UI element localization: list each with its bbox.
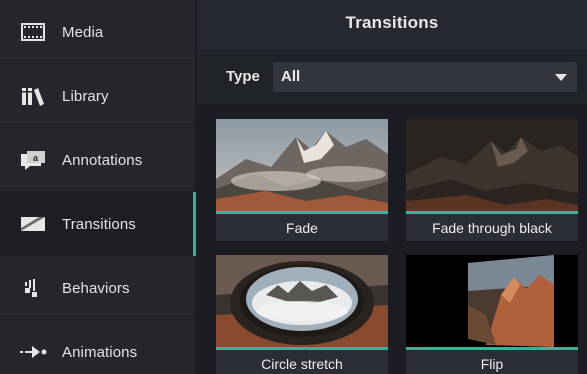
panel-header: Transitions — [197, 0, 587, 50]
sidebar: Media Library a Annotations Transitions … — [0, 0, 196, 374]
transition-thumbnail — [216, 255, 388, 347]
type-select[interactable]: All — [273, 62, 577, 92]
transition-label: Fade — [216, 214, 388, 241]
books-icon — [18, 84, 48, 108]
sidebar-item-label: Transitions — [62, 215, 136, 233]
transition-thumbnail — [406, 255, 578, 347]
transition-tile-fade-through-black[interactable]: Fade through black — [406, 119, 578, 241]
sidebar-item-behaviors[interactable]: Behaviors — [0, 256, 196, 320]
arrow-animation-icon — [18, 340, 48, 364]
behaviors-icon — [18, 276, 48, 300]
transition-tile-circle-stretch[interactable]: Circle stretch — [216, 255, 388, 374]
film-icon — [18, 20, 48, 44]
chevron-down-icon — [555, 74, 567, 81]
transition-label: Circle stretch — [216, 350, 388, 374]
type-select-value: All — [281, 68, 301, 85]
transition-thumbnail — [216, 119, 388, 211]
type-filter-bar: Type All — [197, 50, 587, 106]
sidebar-item-label: Animations — [62, 343, 138, 361]
transitions-grid: Fade Fade through black Circle stretch F… — [197, 107, 587, 374]
speech-bubble-icon: a — [18, 148, 48, 172]
transitions-panel: Transitions Type All Fade Fade through b… — [197, 0, 587, 374]
transition-thumbnail — [406, 119, 578, 211]
sidebar-item-annotations[interactable]: a Annotations — [0, 128, 196, 192]
sidebar-item-transitions[interactable]: Transitions — [0, 192, 196, 256]
transition-label: Fade through black — [406, 214, 578, 241]
transition-label: Flip — [406, 350, 578, 374]
type-label: Type — [226, 68, 260, 85]
sidebar-item-label: Behaviors — [62, 279, 130, 297]
transition-tile-fade[interactable]: Fade — [216, 119, 388, 241]
sidebar-item-label: Annotations — [62, 151, 143, 169]
sidebar-item-label: Library — [62, 87, 109, 105]
panel-title: Transitions — [345, 13, 439, 32]
transition-icon — [18, 212, 48, 236]
sidebar-item-label: Media — [62, 23, 104, 41]
sidebar-item-library[interactable]: Library — [0, 64, 196, 128]
transition-tile-flip[interactable]: Flip — [406, 255, 578, 374]
sidebar-item-animations[interactable]: Animations — [0, 320, 196, 374]
sidebar-item-media[interactable]: Media — [0, 0, 196, 64]
